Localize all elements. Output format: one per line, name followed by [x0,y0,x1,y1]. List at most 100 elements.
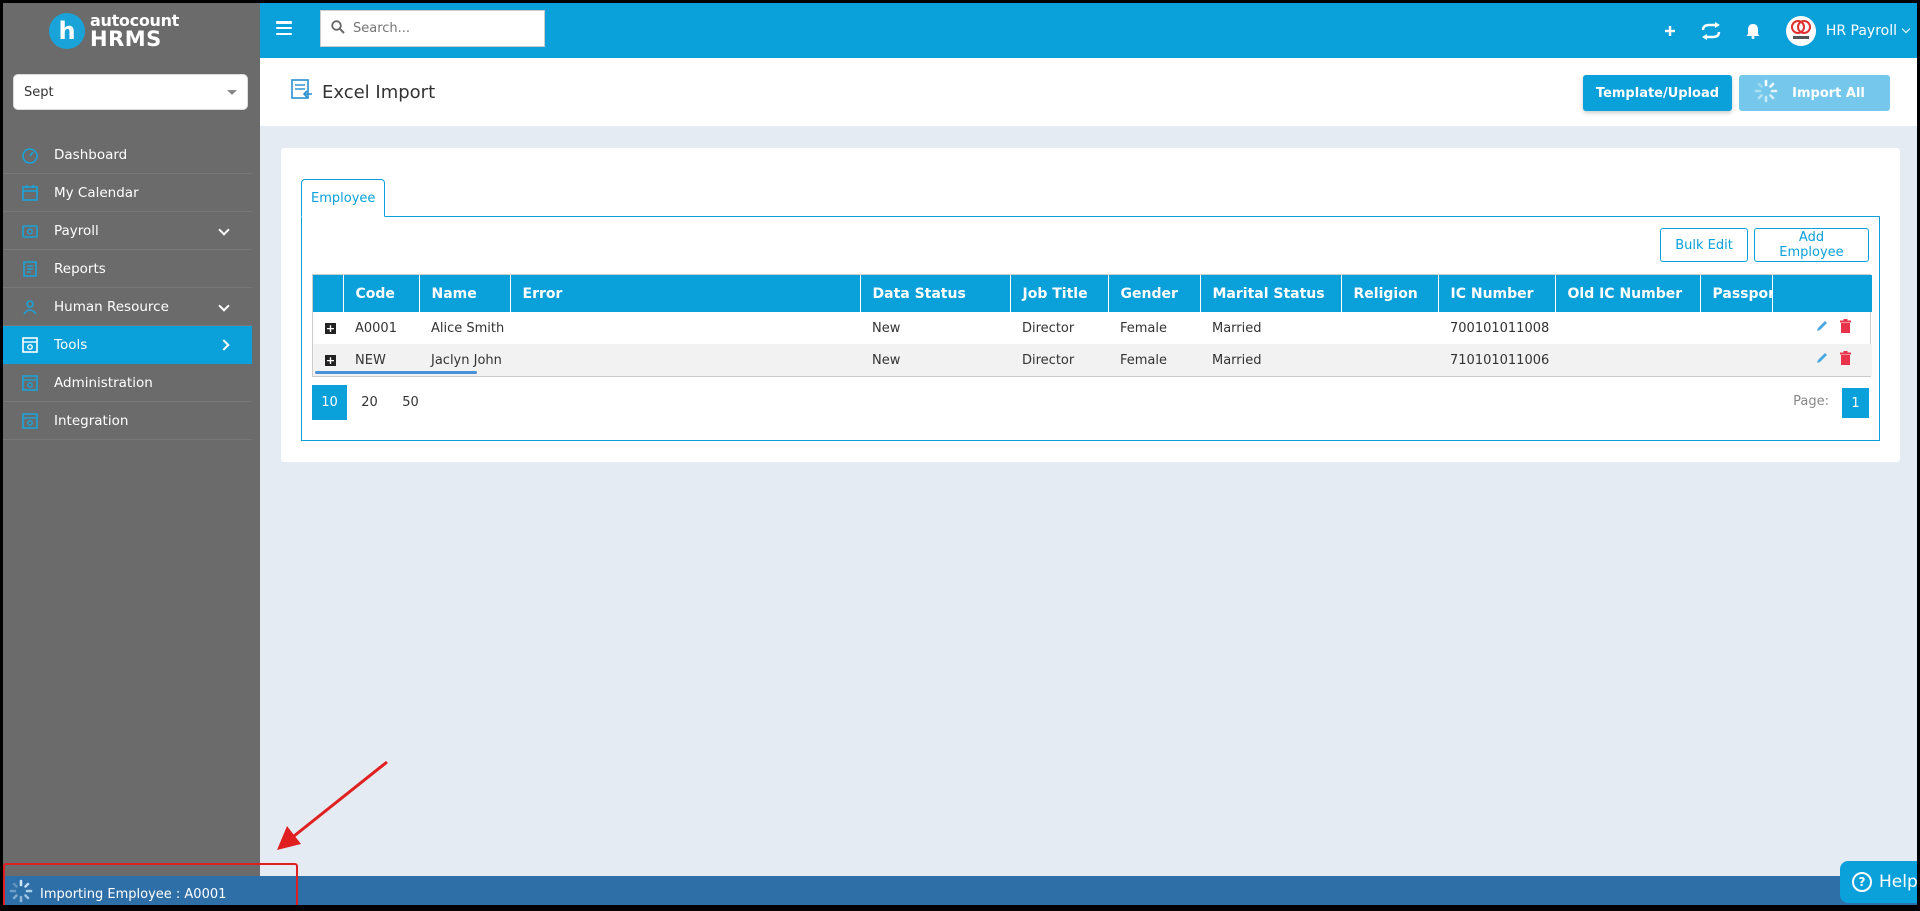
page-size-20[interactable]: 20 [352,385,387,420]
cell-data-status: New [872,320,901,336]
cell-data-status: New [860,344,1010,376]
sidebar: h autocount HRMS Sept Dashboard My Calen [3,3,260,905]
cell-code: A0001 [355,320,397,336]
tools-icon [20,335,40,355]
top-bar-actions: HR Payroll [1652,3,1917,58]
page-header: Excel Import Template/Upload Import All [260,58,1917,126]
page-title: Excel Import [322,81,436,103]
sidebar-item-dashboard[interactable]: Dashboard [3,136,252,174]
table-header-row: Code Name Error Data Status Job Title Ge… [313,275,1873,312]
sidebar-item-label: Payroll [54,222,99,239]
expand-row-icon[interactable]: + [325,354,336,366]
sidebar-item-administration[interactable]: Administration [3,364,252,402]
notification-bell-icon[interactable] [1746,23,1760,39]
period-select[interactable]: Sept [13,74,248,110]
page-number-button[interactable]: 1 [1842,388,1869,418]
hamburger-menu-icon[interactable] [276,21,292,35]
sidebar-item-label: Human Resource [54,298,169,315]
tab-employee[interactable]: Employee [301,179,386,217]
column-header-job-title[interactable]: Job Title [1010,275,1109,312]
sync-icon[interactable] [1700,21,1722,40]
excel-import-icon [290,78,314,106]
reports-icon [20,259,40,279]
import-all-button[interactable]: Import All [1739,75,1890,111]
user-avatar[interactable] [1785,15,1816,46]
annotation-highlight-box [3,863,298,905]
cell-error [510,344,860,376]
app-logo[interactable]: h autocount HRMS [49,11,179,51]
import-all-label: Import All [1792,85,1865,101]
expand-column-header [313,275,344,312]
add-employee-button[interactable]: Add Employee [1754,228,1869,262]
app-window: h autocount HRMS Sept Dashboard My Calen [3,3,1917,905]
chevron-right-icon [218,339,230,351]
sidebar-item-reports[interactable]: Reports [3,250,252,288]
sidebar-item-my-calendar[interactable]: My Calendar [3,174,252,212]
search-icon [331,19,345,38]
add-icon[interactable] [1664,25,1676,37]
delete-trash-icon[interactable] [1839,351,1852,369]
sidebar-item-label: Integration [54,412,129,429]
human-resource-icon [20,297,40,317]
cell-gender: Female [1108,344,1200,376]
tab-panel-employee: Bulk Edit Add Employee Code Name Error D… [301,216,1880,441]
cell-ic-number: 710101011006 [1438,344,1555,376]
period-select-value: Sept [24,84,54,100]
chevron-down-icon[interactable] [1901,24,1911,33]
edit-pencil-icon[interactable] [1815,351,1829,369]
help-label: Help [1879,872,1917,892]
table-row[interactable]: + A0001 Alice Smith New Director Female … [313,312,1872,344]
column-header-ic-number[interactable]: IC Number [1438,275,1556,312]
edit-pencil-icon[interactable] [1815,319,1829,337]
help-question-icon: ? [1852,872,1872,892]
employee-grid: Code Name Error Data Status Job Title Ge… [312,274,1873,377]
sidebar-item-payroll[interactable]: Payroll [3,212,252,250]
column-header-error[interactable]: Error [510,275,861,312]
cell-job-title: Director [1022,320,1075,336]
logo-text-bottom: HRMS [90,26,162,51]
cell-passport [1700,312,1772,344]
page-size-10[interactable]: 10 [312,385,347,420]
sidebar-item-label: Reports [54,260,106,277]
chevron-down-icon [218,224,230,236]
expand-row-icon[interactable]: + [325,322,336,334]
administration-icon [20,373,40,393]
help-button[interactable]: ? Help [1840,861,1917,903]
cell-ic-number: 700101011008 [1450,320,1550,336]
cell-marital-status: Married [1200,344,1341,376]
column-header-code[interactable]: Code [343,275,420,312]
sidebar-nav: Dashboard My Calendar Payroll Reports Hu… [3,136,252,440]
integration-icon [20,411,40,431]
column-header-religion[interactable]: Religion [1341,275,1439,312]
column-header-data-status[interactable]: Data Status [860,275,1011,312]
cell-old-ic-number [1555,344,1700,376]
sidebar-item-label: Tools [54,336,88,353]
caret-down-icon [227,89,237,95]
cell-old-ic-number [1555,312,1700,344]
cell-religion [1341,312,1438,344]
template-upload-button[interactable]: Template/Upload [1583,75,1732,111]
content-card: Employee Bulk Edit Add Employee Code Nam… [281,148,1900,462]
column-header-name[interactable]: Name [419,275,511,312]
calendar-icon [20,183,40,203]
search-box [320,10,545,47]
sidebar-item-integration[interactable]: Integration [3,402,252,440]
table-row[interactable]: + NEW Jaclyn John New Director Female Ma… [313,344,1872,376]
logo-mark: h [49,13,85,49]
cell-name: Alice Smith [431,320,505,336]
user-menu[interactable]: HR Payroll [1826,23,1897,39]
column-header-old-ic-number[interactable]: Old IC Number [1555,275,1701,312]
bulk-edit-button[interactable]: Bulk Edit [1660,228,1748,262]
horizontal-scrollbar[interactable] [315,371,477,374]
column-header-marital-status[interactable]: Marital Status [1200,275,1342,312]
annotation-arrow [277,760,388,850]
cell-religion [1341,344,1438,376]
sidebar-item-human-resource[interactable]: Human Resource [3,288,252,326]
loading-spinner-icon [1754,79,1778,107]
column-header-gender[interactable]: Gender [1108,275,1201,312]
page-size-50[interactable]: 50 [393,385,428,420]
column-header-passport[interactable]: Passport [1700,275,1773,312]
sidebar-item-tools[interactable]: Tools [3,326,252,364]
search-input[interactable] [353,21,533,36]
delete-trash-icon[interactable] [1839,319,1852,337]
